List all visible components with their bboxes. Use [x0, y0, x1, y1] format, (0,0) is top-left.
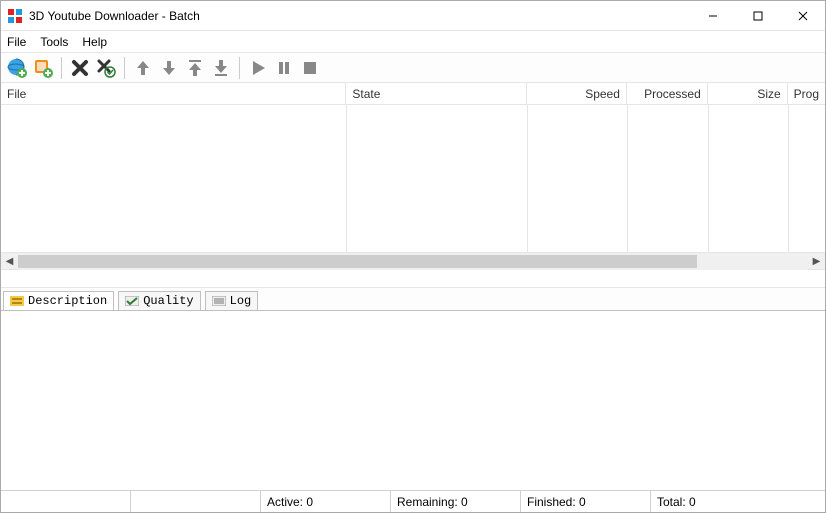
quality-icon — [125, 296, 139, 306]
toolbar — [1, 53, 825, 83]
scroll-right-icon[interactable]: ▶ — [808, 253, 825, 270]
remove-completed-button[interactable] — [94, 56, 118, 80]
menu-file[interactable]: File — [7, 35, 26, 49]
move-bottom-button[interactable] — [209, 56, 233, 80]
add-url-button[interactable] — [5, 56, 29, 80]
app-window: 3D Youtube Downloader - Batch File Tools… — [0, 0, 826, 513]
menu-tools[interactable]: Tools — [40, 35, 68, 49]
tab-log[interactable]: Log — [205, 291, 259, 310]
status-active: Active: 0 — [261, 491, 391, 512]
tab-description[interactable]: Description — [3, 291, 114, 310]
col-header-file[interactable]: File — [1, 83, 346, 104]
move-up-button[interactable] — [131, 56, 155, 80]
detail-panel — [1, 310, 825, 490]
statusbar: Active: 0 Remaining: 0 Finished: 0 Total… — [1, 490, 825, 512]
col-header-progress[interactable]: Prog — [788, 83, 825, 104]
move-top-button[interactable] — [183, 56, 207, 80]
move-down-button[interactable] — [157, 56, 181, 80]
status-remaining: Remaining: 0 — [391, 491, 521, 512]
col-header-size[interactable]: Size — [708, 83, 788, 104]
col-header-speed[interactable]: Speed — [527, 83, 627, 104]
tab-label: Log — [230, 294, 252, 308]
stop-button[interactable] — [298, 56, 322, 80]
remove-button[interactable] — [68, 56, 92, 80]
downloads-table-body[interactable] — [1, 105, 825, 253]
maximize-button[interactable] — [735, 2, 780, 30]
splitter[interactable] — [1, 270, 825, 288]
toolbar-separator — [61, 57, 62, 79]
titlebar: 3D Youtube Downloader - Batch — [1, 1, 825, 31]
toolbar-separator — [124, 57, 125, 79]
start-button[interactable] — [246, 56, 270, 80]
tab-label: Description — [28, 294, 107, 308]
status-cell-1 — [1, 491, 131, 512]
status-total: Total: 0 — [651, 491, 825, 512]
minimize-button[interactable] — [690, 2, 735, 30]
col-header-state[interactable]: State — [346, 83, 527, 104]
scroll-thumb[interactable] — [18, 255, 697, 268]
menu-help[interactable]: Help — [82, 35, 107, 49]
app-icon — [7, 8, 23, 24]
description-icon — [10, 296, 24, 306]
tab-label: Quality — [143, 294, 193, 308]
downloads-table-header: File State Speed Processed Size Prog — [1, 83, 825, 105]
log-icon — [212, 296, 226, 306]
add-file-button[interactable] — [31, 56, 55, 80]
menubar: File Tools Help — [1, 31, 825, 53]
tab-quality[interactable]: Quality — [118, 291, 200, 310]
detail-tabs: Description Quality Log — [1, 288, 825, 310]
col-header-processed[interactable]: Processed — [627, 83, 708, 104]
close-button[interactable] — [780, 2, 825, 30]
status-cell-2 — [131, 491, 261, 512]
window-title: 3D Youtube Downloader - Batch — [29, 9, 200, 23]
toolbar-separator — [239, 57, 240, 79]
pause-button[interactable] — [272, 56, 296, 80]
scroll-track[interactable] — [18, 253, 808, 270]
scroll-left-icon[interactable]: ◀ — [1, 253, 18, 270]
status-finished: Finished: 0 — [521, 491, 651, 512]
horizontal-scrollbar[interactable]: ◀ ▶ — [1, 253, 825, 270]
